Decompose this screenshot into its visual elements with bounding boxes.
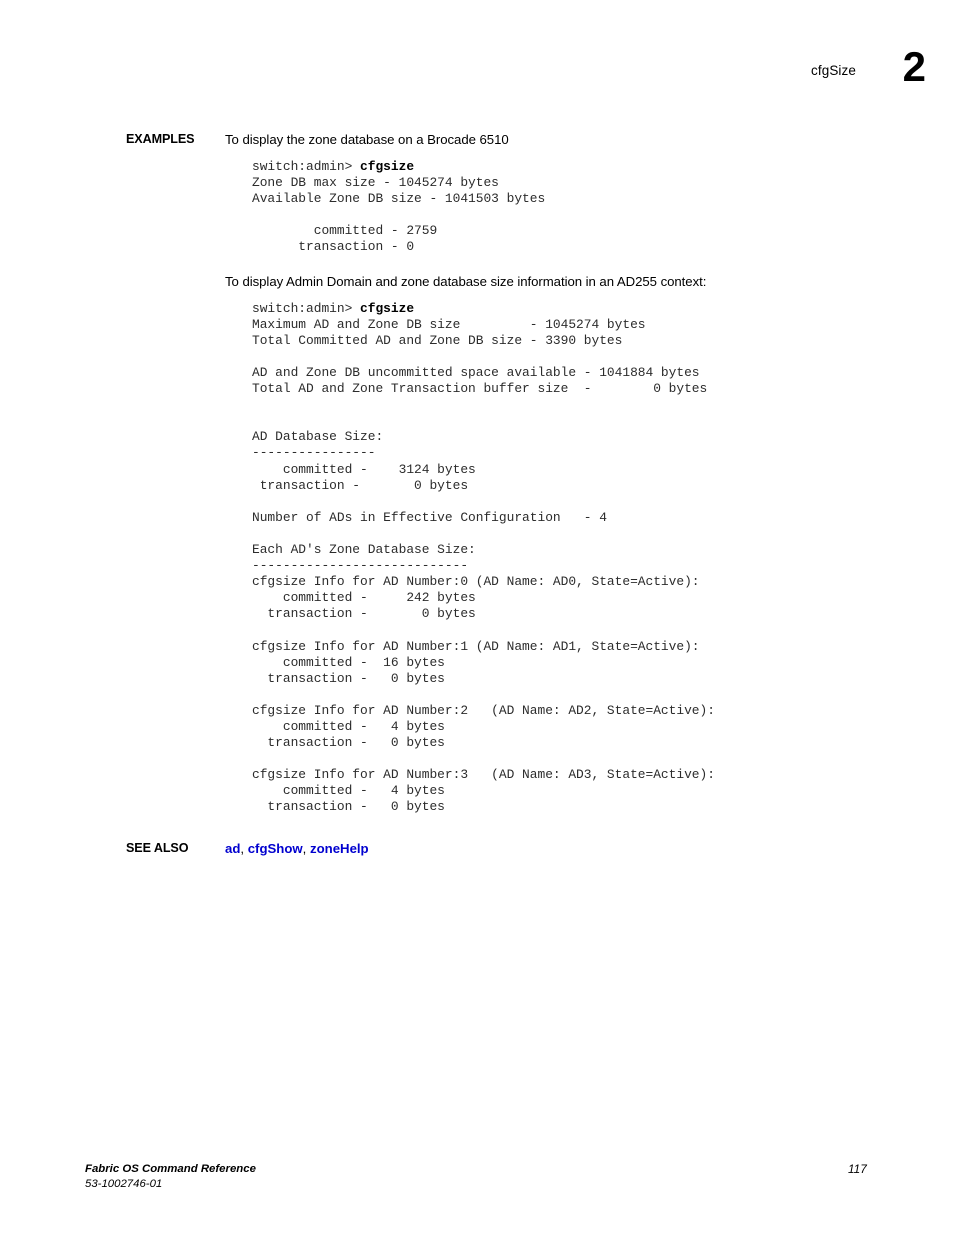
see-also-link-zonehelp[interactable]: zoneHelp <box>310 841 369 856</box>
see-also-separator: , <box>302 840 310 856</box>
section-label-see-also: SEE ALSO <box>126 840 189 855</box>
section-label-examples: EXAMPLES <box>126 132 195 146</box>
section-body-examples: To display the zone database on a Brocad… <box>225 132 925 816</box>
footer-document-code: 53-1002746-01 <box>85 1177 163 1190</box>
see-also-separator: , <box>240 840 248 856</box>
code-block-example-2: switch:admin> cfgsize Maximum AD and Zon… <box>252 301 925 816</box>
shell-command-2: cfgsize <box>360 300 415 316</box>
see-also-link-ad[interactable]: ad <box>225 841 240 856</box>
shell-output-2: Maximum AD and Zone DB size - 1045274 by… <box>252 316 715 815</box>
page-content: EXAMPLES To display the zone database on… <box>0 132 954 857</box>
shell-command-1: cfgsize <box>360 159 415 174</box>
see-also-link-list: ad, cfgShow, zoneHelp <box>225 841 954 857</box>
examples-intro-1: To display the zone database on a Brocad… <box>225 132 509 147</box>
code-block-example-1: switch:admin> cfgsize Zone DB max size -… <box>252 159 925 256</box>
header-chapter-number: 2 <box>902 43 926 90</box>
footer-page-number: 117 <box>848 1162 867 1176</box>
examples-intro-2: To display Admin Domain and zone databas… <box>225 273 707 289</box>
header-chapter-title: cfgSize <box>811 63 856 78</box>
footer-document-title: Fabric OS Command Reference <box>85 1163 256 1175</box>
shell-prompt-1: switch:admin> <box>252 159 361 174</box>
page-footer: Fabric OS Command Reference 53-1002746-0… <box>0 1162 954 1202</box>
footer-document-info: Fabric OS Command Reference 53-1002746-0… <box>85 1162 256 1191</box>
section-examples: EXAMPLES To display the zone database on… <box>0 132 954 816</box>
page-running-header: cfgSize 2 <box>0 46 954 102</box>
section-see-also: SEE ALSO ad, cfgShow, zoneHelp <box>0 841 954 857</box>
shell-prompt-2: switch:admin> <box>252 300 361 316</box>
shell-output-1: Zone DB max size - 1045274 bytes Availab… <box>252 175 546 255</box>
see-also-link-cfgshow[interactable]: cfgShow <box>248 841 303 856</box>
